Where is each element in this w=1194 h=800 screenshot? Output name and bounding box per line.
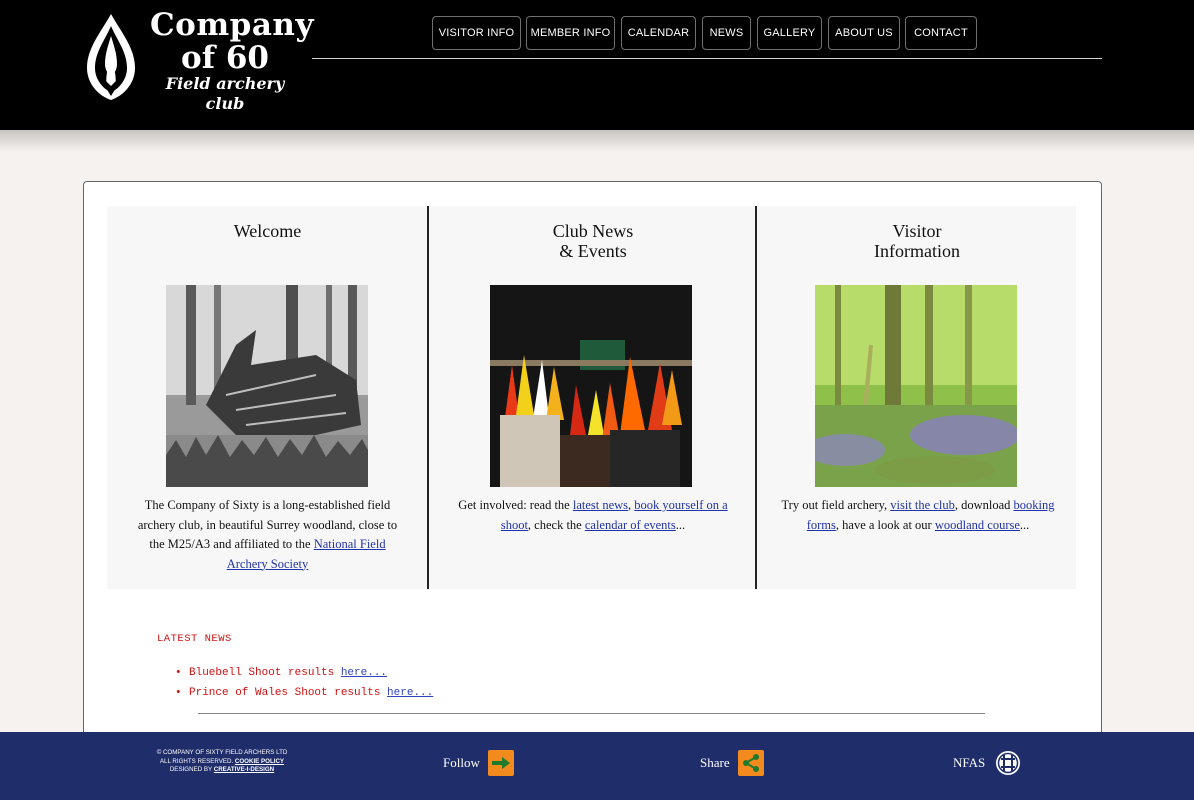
site-logo-text[interactable]: Company of 60 Field archery club — [150, 7, 314, 114]
nfas-button[interactable]: NFAS — [953, 750, 1021, 776]
site-header: Company of 60 Field archery club VISITOR… — [0, 0, 1194, 130]
visitor-info-column: Visitor Information Try out field archer… — [758, 206, 1076, 589]
club-news-text-4: ... — [675, 517, 686, 532]
visitor-info-title-line-2: Information — [874, 241, 960, 261]
designer-link[interactable]: CREATIVE-I-DESIGN — [214, 766, 274, 773]
nav-news[interactable]: NEWS — [702, 16, 751, 50]
follow-button[interactable]: Follow — [443, 750, 514, 776]
visitor-info-text-4: ... — [1019, 517, 1030, 532]
site-footer: © COMPANY OF SIXTY FIELD ARCHERS LTD ALL… — [0, 732, 1194, 800]
rights-text: ALL RIGHTS RESERVED. — [159, 757, 235, 765]
copyright-block: © COMPANY OF SIXTY FIELD ARCHERS LTD ALL… — [148, 749, 296, 775]
visitor-info-text-1: Try out field archery, — [781, 498, 891, 512]
column-divider — [755, 206, 757, 589]
welcome-text: The Company of Sixty is a long-establish… — [137, 496, 398, 574]
club-news-text-3: , check the — [527, 517, 585, 532]
arrow-right-icon[interactable] — [487, 750, 514, 776]
woodland-course-link[interactable]: woodland course — [935, 518, 1020, 532]
club-news-title: Club News & Events — [430, 221, 756, 261]
nav-contact[interactable]: CONTACT — [905, 16, 977, 50]
welcome-title-text: Welcome — [233, 221, 302, 241]
share-button[interactable]: Share — [700, 750, 764, 776]
copyright-text: © COMPANY OF SIXTY FIELD ARCHERS LTD — [156, 749, 288, 756]
nav-visitor-info[interactable]: VISITOR INFO — [432, 16, 521, 50]
bluebell-wood-image[interactable] — [815, 285, 1017, 487]
visitor-info-text: Try out field archery, visit the club, d… — [780, 496, 1056, 535]
news-divider — [198, 713, 985, 714]
rights-line: ALL RIGHTS RESERVED. COOKIE POLICY — [148, 758, 296, 767]
header-shadow — [0, 130, 1194, 152]
bullet-icon: • — [175, 686, 182, 699]
visitor-info-title: Visitor Information — [758, 221, 1076, 261]
club-news-column: Club News & Events Get involved: read th… — [430, 206, 756, 589]
news-item-link[interactable]: here... — [341, 667, 387, 679]
club-logo-icon[interactable] — [83, 12, 139, 102]
news-item-text: Prince of Wales Shoot results — [189, 686, 388, 699]
latest-news-list: • Bluebell Shoot results here... • Prince … — [175, 664, 433, 703]
share-label: Share — [700, 755, 730, 770]
share-icon[interactable] — [737, 750, 764, 776]
nfas-label: NFAS — [953, 755, 986, 770]
calendar-link[interactable]: calendar of events — [585, 518, 676, 532]
nav-calendar[interactable]: CALENDAR — [621, 16, 696, 50]
news-item: • Bluebell Shoot results here... — [175, 664, 433, 684]
news-item: • Prince of Wales Shoot results here... — [175, 684, 433, 704]
club-news-title-line-1: Club News — [552, 221, 634, 241]
column-divider — [427, 206, 429, 589]
visitor-info-title-line-1: Visitor — [892, 221, 942, 241]
cookie-policy-link[interactable]: COOKIE POLICY — [235, 758, 284, 765]
nav-gallery[interactable]: GALLERY — [757, 16, 822, 50]
nav-member-info[interactable]: MEMBER INFO — [526, 16, 615, 50]
nav-about-us[interactable]: ABOUT US — [828, 16, 900, 50]
visitor-info-text-3: , have a look at our — [835, 517, 935, 532]
nav-divider — [312, 58, 1102, 59]
latest-news-link[interactable]: latest news — [573, 498, 628, 512]
feature-columns: Welcome The Company of Sixty is a long-e… — [107, 206, 1076, 589]
news-item-text: Bluebell Shoot results — [189, 667, 341, 679]
follow-label: Follow — [443, 755, 480, 770]
welcome-column: Welcome The Company of Sixty is a long-e… — [107, 206, 428, 589]
club-news-text-1: Get involved: read the — [458, 498, 573, 512]
arrow-quivers-image[interactable] — [490, 285, 692, 487]
news-item-link[interactable]: here... — [387, 687, 433, 699]
club-news-title-line-2: & Events — [559, 241, 627, 261]
logo-line-2: of 60 — [181, 40, 269, 76]
club-news-text: Get involved: read the latest news, book… — [453, 496, 733, 535]
visitor-info-text-2: , download — [954, 498, 1014, 512]
nfas-logo-icon[interactable] — [995, 750, 1021, 776]
designed-by-text: DESIGNED BY — [169, 766, 214, 773]
latest-news-heading: LATEST NEWS — [157, 633, 232, 645]
logo-line-1: Company — [150, 7, 314, 43]
woodland-log-image[interactable] — [166, 285, 368, 487]
designer-line: DESIGNED BY CREATIVE-I-DESIGN — [148, 766, 296, 775]
visit-club-link[interactable]: visit the club — [890, 498, 955, 512]
bullet-icon: • — [175, 667, 182, 679]
logo-line-3: Field archery club — [165, 74, 285, 113]
welcome-title: Welcome — [107, 221, 428, 241]
